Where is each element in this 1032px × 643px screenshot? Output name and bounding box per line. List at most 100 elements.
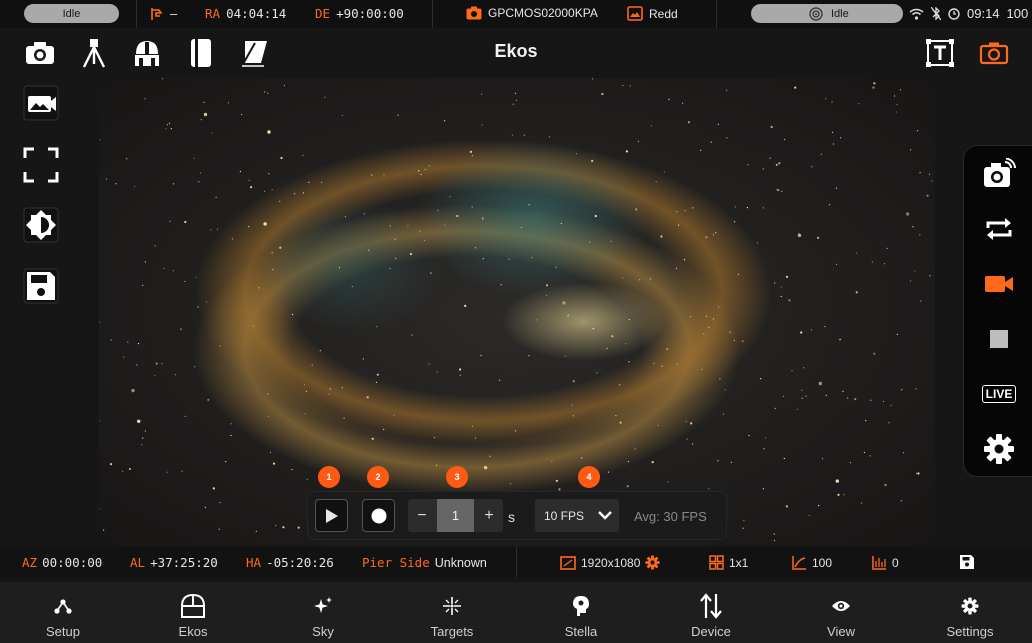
star (163, 267, 165, 269)
star (424, 168, 426, 171)
video-record-button[interactable] (981, 266, 1017, 302)
star (639, 279, 641, 281)
star (231, 238, 233, 240)
star (548, 136, 550, 138)
nav-view[interactable]: View (786, 582, 896, 643)
brightness-button[interactable] (22, 206, 60, 244)
stop-button[interactable] (981, 321, 1017, 357)
star (174, 374, 176, 376)
mount-status[interactable]: – (150, 6, 177, 21)
fps-dropdown[interactable]: 10 FPS (535, 499, 619, 532)
exposure-value[interactable]: 1 (437, 499, 474, 532)
live-view-button[interactable]: LIVE (981, 376, 1017, 412)
play-button[interactable] (315, 499, 348, 532)
star (248, 179, 250, 181)
star (418, 170, 420, 172)
settings-gear-icon (961, 597, 979, 615)
star (562, 301, 566, 305)
offset-setting[interactable]: 0 (872, 555, 899, 570)
image-status[interactable]: Redd (627, 6, 678, 21)
left-status-pill[interactable]: Idle (24, 4, 119, 23)
focuser-icon (242, 41, 267, 67)
star (692, 443, 694, 445)
record-button[interactable] (362, 499, 395, 532)
system-tray: 09:14 100 (909, 6, 1028, 21)
save-image-button[interactable] (22, 267, 60, 305)
nav-device[interactable]: Device (656, 582, 766, 643)
resolution-setting[interactable]: 1920x1080 (560, 555, 660, 570)
star (166, 471, 168, 473)
star (708, 488, 710, 490)
ra-readout: RA 04:04:14 (205, 6, 286, 21)
star (780, 286, 783, 288)
mount-button[interactable] (76, 36, 112, 70)
gain-setting[interactable]: 100 (792, 555, 832, 570)
right-status-pill[interactable]: Idle (751, 4, 903, 23)
image-gallery-button[interactable] (22, 84, 60, 122)
sparkle-icon (314, 597, 332, 613)
dome-button[interactable] (129, 36, 165, 70)
nav-targets[interactable]: Targets (397, 582, 507, 643)
star (428, 165, 430, 167)
nav-setup[interactable]: Setup (8, 582, 118, 643)
star (105, 178, 108, 180)
star (195, 276, 197, 278)
star (181, 470, 183, 472)
capture-side-panel: LIVE (963, 145, 1032, 477)
star (703, 333, 705, 335)
star (797, 233, 802, 238)
exposure-decrease-button[interactable]: − (408, 499, 436, 532)
star (321, 181, 323, 183)
nav-targets-label: Targets (430, 624, 474, 639)
camera-status[interactable]: GPCMOS02000KPA (466, 6, 598, 20)
fullscreen-button[interactable] (22, 146, 60, 184)
image-viewer[interactable] (99, 78, 935, 546)
text-tool-button[interactable] (922, 36, 958, 70)
filter-wheel-button[interactable] (183, 36, 219, 70)
status-divider (136, 0, 137, 28)
star (99, 508, 100, 510)
star (520, 226, 523, 228)
star (206, 301, 208, 303)
star (926, 194, 929, 197)
nav-settings[interactable]: Settings (915, 582, 1025, 643)
star (803, 367, 805, 369)
binning-setting[interactable]: 1x1 (709, 555, 748, 570)
star (785, 505, 789, 508)
capture-camera-button[interactable] (22, 36, 58, 70)
star (817, 236, 820, 239)
star (686, 438, 688, 440)
star (482, 217, 484, 219)
capture-module-button[interactable] (976, 36, 1012, 70)
star (606, 347, 608, 350)
exposure-increase-button[interactable]: + (475, 499, 503, 532)
star (444, 224, 446, 226)
star (225, 461, 227, 463)
nav-stella[interactable]: Stella (526, 582, 636, 643)
star (227, 102, 229, 104)
star (791, 370, 793, 372)
nav-ekos[interactable]: Ekos (138, 582, 248, 643)
star (655, 181, 657, 183)
focuser-button[interactable] (236, 36, 272, 70)
star (258, 287, 260, 289)
star (433, 437, 436, 439)
mount-status-text: – (170, 6, 178, 21)
star (482, 258, 484, 260)
single-capture-button[interactable] (981, 156, 1017, 192)
star (770, 125, 773, 129)
nav-sky[interactable]: Sky (268, 582, 378, 643)
star (715, 232, 717, 234)
star (919, 172, 921, 174)
video-capture-bar: − 1 + s 10 FPS Avg: 30 FPS (307, 491, 727, 540)
star (268, 173, 270, 175)
repeat-icon (986, 218, 1012, 240)
loop-capture-button[interactable] (981, 211, 1017, 247)
star (800, 331, 803, 334)
save-settings-button[interactable] (959, 554, 975, 570)
star (729, 331, 731, 333)
star (255, 530, 257, 532)
capture-settings-button[interactable] (981, 431, 1017, 467)
video-image-icon (23, 85, 59, 121)
star (420, 173, 422, 176)
